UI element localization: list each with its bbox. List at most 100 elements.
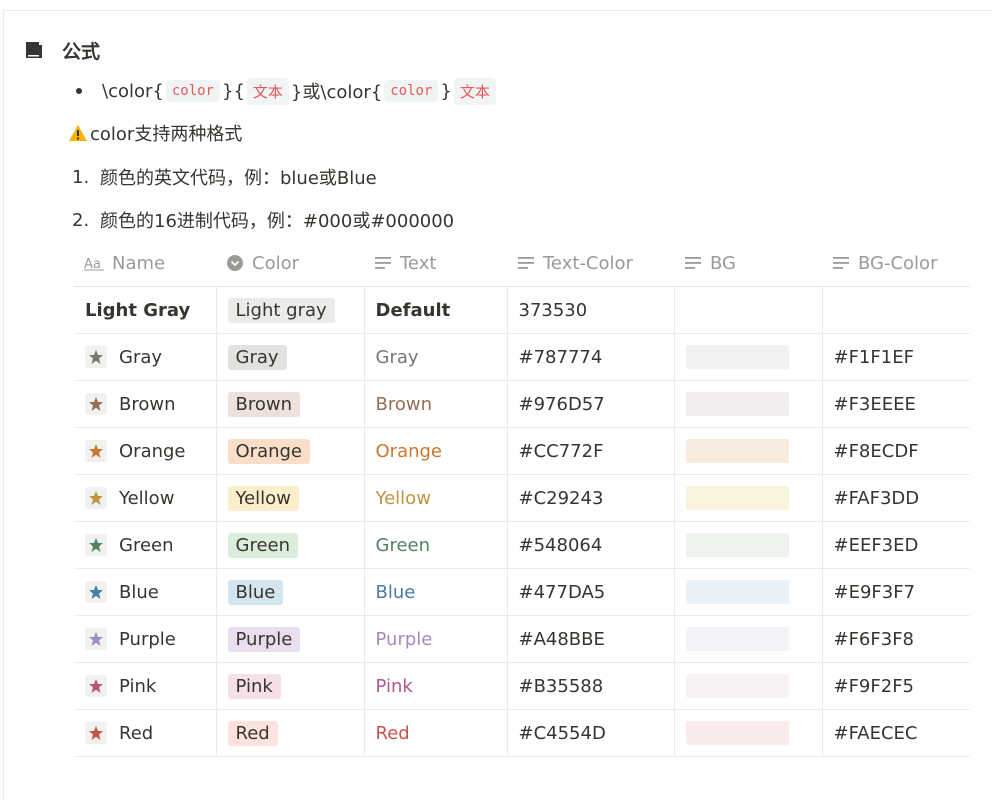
cell-color[interactable]: Pink bbox=[215, 662, 365, 710]
cell-bg-color[interactable]: #FAF3DD bbox=[821, 474, 970, 522]
cell-text[interactable]: Yellow bbox=[363, 474, 508, 522]
table-row[interactable]: Blue Blue Blue #477DA5 #E9F3F7 bbox=[74, 568, 970, 616]
cell-text[interactable]: Default bbox=[363, 286, 508, 334]
table-row[interactable]: Gray Gray Gray #787774 #F1F1EF bbox=[74, 333, 970, 381]
cell-color[interactable]: Green bbox=[215, 521, 365, 569]
cell-color[interactable]: Blue bbox=[215, 568, 365, 616]
cell-color[interactable]: Red bbox=[215, 709, 365, 757]
cell-text-color[interactable]: #CC772F bbox=[506, 427, 675, 475]
cell-bg[interactable] bbox=[673, 568, 823, 616]
cell-color[interactable]: Brown bbox=[215, 380, 365, 428]
cell-bg-color[interactable]: #F1F1EF bbox=[821, 333, 970, 381]
cell-text[interactable]: Orange bbox=[363, 427, 508, 475]
cell-name[interactable]: Orange bbox=[74, 427, 217, 475]
cell-color[interactable]: Gray bbox=[215, 333, 365, 381]
color-tag: Brown bbox=[227, 391, 300, 417]
color-tag: Green bbox=[227, 532, 299, 558]
table-row[interactable]: Light Gray Light gray Default 373530 bbox=[74, 286, 970, 334]
formula-separator: } bbox=[440, 80, 452, 102]
cell-bg-color[interactable]: #E9F3F7 bbox=[821, 568, 970, 616]
color-tag: Blue bbox=[227, 579, 284, 605]
cell-bg-color[interactable]: #F3EEEE bbox=[821, 380, 970, 428]
colored-text: Default bbox=[375, 299, 451, 321]
table-row[interactable]: Yellow Yellow Yellow #C29243 #FAF3DD bbox=[74, 474, 970, 522]
list-text: 颜色的英文代码，例：blue或Blue bbox=[100, 168, 377, 189]
cell-text[interactable]: Pink bbox=[363, 662, 508, 710]
cell-color[interactable]: Yellow bbox=[215, 474, 365, 522]
cell-text[interactable]: Blue bbox=[363, 568, 508, 616]
formula-separator: }或\color{ bbox=[290, 82, 383, 103]
text-color-hex: #CC772F bbox=[518, 440, 604, 462]
cell-text-color[interactable]: #976D57 bbox=[506, 380, 675, 428]
column-header-bg-color[interactable]: BG-Color bbox=[822, 240, 970, 287]
cell-color[interactable]: Orange bbox=[215, 427, 365, 475]
table-header-row: Aa Name Color Text Text-Color BG BG-Colo… bbox=[74, 240, 970, 287]
cell-bg[interactable] bbox=[673, 333, 823, 381]
bg-color-hex: #F1F1EF bbox=[833, 346, 914, 368]
cell-text-color[interactable]: #C4554D bbox=[506, 709, 675, 757]
cell-text-color[interactable]: #787774 bbox=[506, 333, 675, 381]
table-row[interactable]: Pink Pink Pink #B35588 #F9F2F5 bbox=[74, 662, 970, 710]
bg-swatch bbox=[685, 627, 789, 651]
cell-text-color[interactable]: #548064 bbox=[506, 521, 675, 569]
text-color-hex: #976D57 bbox=[518, 393, 605, 415]
star-icon bbox=[85, 393, 107, 415]
cell-bg-color[interactable]: #F6F3F8 bbox=[821, 615, 970, 663]
cell-bg[interactable] bbox=[673, 709, 823, 757]
column-header-bg[interactable]: BG bbox=[674, 240, 822, 287]
cell-name[interactable]: Gray bbox=[74, 333, 217, 381]
cell-name[interactable]: Blue bbox=[74, 568, 217, 616]
cell-name[interactable]: Brown bbox=[74, 380, 217, 428]
cell-text-color[interactable]: #C29243 bbox=[506, 474, 675, 522]
cell-bg[interactable] bbox=[673, 427, 823, 475]
cell-name[interactable]: Red bbox=[74, 709, 217, 757]
text-color-hex: #787774 bbox=[518, 346, 603, 368]
cell-text[interactable]: Green bbox=[363, 521, 508, 569]
colored-text: Brown bbox=[375, 393, 433, 415]
text-color-hex: #B35588 bbox=[518, 675, 604, 697]
table-row[interactable]: Green Green Green #548064 #EEF3ED bbox=[74, 521, 970, 569]
bg-swatch bbox=[685, 392, 789, 416]
cell-bg-color[interactable]: #FAECEC bbox=[821, 709, 970, 757]
star-icon bbox=[85, 581, 107, 603]
table-row[interactable]: Purple Purple Purple #A48BBE #F6F3F8 bbox=[74, 615, 970, 663]
inline-code: 文本 bbox=[453, 77, 496, 105]
bullet-dot bbox=[76, 88, 82, 94]
column-header-name[interactable]: Aa Name bbox=[74, 240, 216, 287]
cell-bg[interactable] bbox=[673, 521, 823, 569]
table-row[interactable]: Red Red Red #C4554D #FAECEC bbox=[74, 709, 970, 757]
table-row[interactable]: Orange Orange Orange #CC772F #F8ECDF bbox=[74, 427, 970, 475]
column-header-color[interactable]: Color bbox=[216, 240, 364, 287]
cell-text-color[interactable]: #A48BBE bbox=[506, 615, 675, 663]
cell-bg-color[interactable]: #EEF3ED bbox=[821, 521, 970, 569]
color-tag: Red bbox=[227, 720, 278, 746]
cell-name[interactable]: Purple bbox=[74, 615, 217, 663]
cell-color[interactable]: Purple bbox=[215, 615, 365, 663]
column-header-text[interactable]: Text bbox=[364, 240, 507, 287]
cell-bg-color[interactable]: #F8ECDF bbox=[821, 427, 970, 475]
cell-text[interactable]: Brown bbox=[363, 380, 508, 428]
cell-bg-color[interactable] bbox=[821, 286, 970, 334]
cell-bg[interactable] bbox=[673, 615, 823, 663]
cell-text-color[interactable]: #477DA5 bbox=[506, 568, 675, 616]
cell-text-color[interactable]: 373530 bbox=[506, 286, 675, 334]
column-header-text-color[interactable]: Text-Color bbox=[507, 240, 674, 287]
cell-text-color[interactable]: #B35588 bbox=[506, 662, 675, 710]
cell-name[interactable]: Green bbox=[74, 521, 217, 569]
cell-text[interactable]: Red bbox=[363, 709, 508, 757]
cell-bg[interactable] bbox=[673, 380, 823, 428]
inline-code: color bbox=[165, 80, 220, 102]
table-row[interactable]: Brown Brown Brown #976D57 #F3EEEE bbox=[74, 380, 970, 428]
cell-text[interactable]: Purple bbox=[363, 615, 508, 663]
cell-text[interactable]: Gray bbox=[363, 333, 508, 381]
cell-name[interactable]: Light Gray bbox=[74, 286, 217, 334]
colored-text: Yellow bbox=[375, 487, 431, 509]
cell-color[interactable]: Light gray bbox=[215, 286, 365, 334]
cell-bg[interactable] bbox=[673, 662, 823, 710]
cell-bg[interactable] bbox=[673, 286, 823, 334]
note-text: color支持两种格式 bbox=[90, 124, 243, 145]
cell-name[interactable]: Yellow bbox=[74, 474, 217, 522]
cell-bg-color[interactable]: #F9F2F5 bbox=[821, 662, 970, 710]
cell-name[interactable]: Pink bbox=[74, 662, 217, 710]
cell-bg[interactable] bbox=[673, 474, 823, 522]
